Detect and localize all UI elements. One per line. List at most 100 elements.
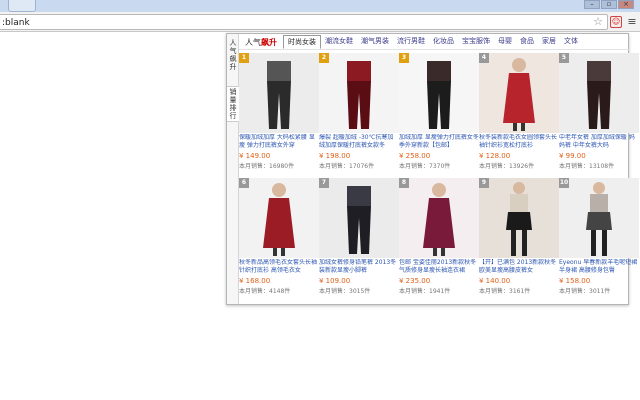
tab-category-2[interactable]: 潮气男装	[357, 35, 393, 49]
product-sales: 本月销售：3161件	[479, 288, 531, 295]
tab-category-3[interactable]: 流行男鞋	[393, 35, 429, 49]
product-image[interactable]: 5	[559, 53, 639, 133]
product-card[interactable]: 7 加绒女裤修身铅笔裤 2013冬装新款显瘦小脚裤 ¥ 109.00 本月销售：…	[319, 178, 399, 302]
popup-logo: 人气飙升	[245, 37, 277, 48]
product-sales: 本月销售：13108件	[559, 163, 615, 170]
product-title-link[interactable]: 中老年女裤 加厚加绒保暖 妈妈裤 中年女裤大码	[559, 134, 639, 151]
maximize-button[interactable]: ▫	[601, 0, 617, 9]
product-sales: 本月销售：17076件	[319, 163, 375, 170]
extension-icon[interactable]: ☺	[610, 16, 622, 28]
product-price: ¥ 99.00	[559, 152, 586, 160]
category-tabs: 时尚女装 潮流女鞋 潮气男装 流行男鞋 化妆品 宝宝服饰 母婴 食品 家居 文体	[283, 35, 582, 49]
product-image-svg	[399, 53, 479, 133]
rank-badge: 9	[479, 178, 489, 188]
extension-popup: 人气飙升 销量排行 人气飙升 时尚女装 潮流女鞋 潮气男装 流行男鞋 化妆品 宝宝服饰 母婴…	[226, 33, 639, 305]
tab-category-1[interactable]: 潮流女鞋	[321, 35, 357, 49]
product-image[interactable]: 6	[239, 178, 319, 258]
product-image[interactable]: 3	[399, 53, 479, 133]
tab-category-9[interactable]: 文体	[560, 35, 582, 49]
product-sales: 本月销售：4148件	[239, 288, 291, 295]
product-sales: 本月销售：7370件	[399, 163, 451, 170]
popup-header: 人气飙升 时尚女装 潮流女鞋 潮气男装 流行男鞋 化妆品 宝宝服饰 母婴 食品 家居 文体	[239, 34, 629, 50]
product-title-link[interactable]: 【开】已满包 2013新款秋冬 欧美显瘦高腰皮裤女	[479, 259, 559, 276]
product-image-svg	[559, 178, 639, 258]
tab-strip: – ▫ ×	[0, 0, 640, 12]
product-price: ¥ 235.00	[399, 277, 431, 285]
product-sales: 本月销售：16980件	[239, 163, 295, 170]
product-card[interactable]: 1 保暖加绒加厚 大码松紧腰 显瘦 弹力打底裤女外穿 ¥ 149.00 本月销售…	[239, 53, 319, 177]
product-price: ¥ 168.00	[239, 277, 271, 285]
tab-category-6[interactable]: 母婴	[494, 35, 516, 49]
product-image-svg	[319, 53, 399, 133]
product-image-svg	[399, 178, 479, 258]
tab-category-4[interactable]: 化妆品	[429, 35, 458, 49]
product-image[interactable]: 8	[399, 178, 479, 258]
product-title-link[interactable]: 秋冬装新款毛衣女圆领套头长袖针织衫宽松打底衫	[479, 134, 559, 151]
rank-badge: 4	[479, 53, 489, 63]
sidebar-item-sales-rank[interactable]: 销量排行	[227, 86, 239, 122]
rank-badge: 10	[559, 178, 569, 188]
sidebar-item-popular[interactable]: 人气飙升	[227, 38, 239, 72]
tab-category-7[interactable]: 食品	[516, 35, 538, 49]
logo-suffix: 飙升	[261, 38, 277, 47]
omnibox[interactable]: ☆	[0, 14, 608, 30]
product-price: ¥ 128.00	[479, 152, 511, 160]
tab-category-5[interactable]: 宝宝服饰	[458, 35, 494, 49]
star-icon[interactable]: ☆	[593, 15, 603, 29]
rank-badge: 2	[319, 53, 329, 63]
product-title-link[interactable]: Eyeonu 早春新款羊毛呢短裙半身裙 高腰修身包臀	[559, 259, 639, 276]
product-card[interactable]: 9 【开】已满包 2013新款秋冬 欧美显瘦高腰皮裤女 ¥ 140.00 本月销…	[479, 178, 559, 302]
rank-badge: 6	[239, 178, 249, 188]
product-price: ¥ 109.00	[319, 277, 351, 285]
tab-category-8[interactable]: 家居	[538, 35, 560, 49]
product-image-svg	[239, 53, 319, 133]
product-image[interactable]: 9	[479, 178, 559, 258]
product-sales: 本月销售：3015件	[319, 288, 371, 295]
popup-sidebar: 人气飙升 销量排行	[227, 34, 239, 304]
product-price: ¥ 198.00	[319, 152, 351, 160]
product-card[interactable]: 2 爆裂 超暖加绒 -30℃抗寒加绒加厚保暖打底裤女款冬 ¥ 198.00 本月…	[319, 53, 399, 177]
product-price: ¥ 149.00	[239, 152, 271, 160]
product-image[interactable]: 4	[479, 53, 559, 133]
rank-badge: 3	[399, 53, 409, 63]
product-image[interactable]: 7	[319, 178, 399, 258]
product-image-svg	[239, 178, 319, 258]
minimize-button[interactable]: –	[584, 0, 600, 9]
product-price: ¥ 140.00	[479, 277, 511, 285]
product-card[interactable]: 10 Eyeonu 早春新款羊毛呢短裙半身裙 高腰修身包臀 ¥ 158.00 本…	[559, 178, 639, 302]
product-title-link[interactable]: 秋冬新品高领毛衣女套头长袖针织打底衫 高领毛衣女	[239, 259, 319, 276]
close-button[interactable]: ×	[618, 0, 634, 9]
rank-badge: 1	[239, 53, 249, 63]
product-title-link[interactable]: 包邮 宝姿佳丽2013新款秋冬气质修身显瘦长袖连衣裙	[399, 259, 479, 276]
product-title-link[interactable]: 加绒女裤修身铅笔裤 2013冬装新款显瘦小脚裤	[319, 259, 399, 276]
product-card[interactable]: 3 加绒加厚 显瘦弹力打底裤女冬季外穿新款【包邮】 ¥ 258.00 本月销售：…	[399, 53, 479, 177]
address-input[interactable]	[2, 16, 562, 29]
product-image-svg	[559, 53, 639, 133]
browser-tab[interactable]	[8, 0, 36, 12]
product-card[interactable]: 4 秋冬装新款毛衣女圆领套头长袖针织衫宽松打底衫 ¥ 128.00 本月销售：1…	[479, 53, 559, 177]
product-sales: 本月销售：13926件	[479, 163, 535, 170]
product-sales: 本月销售：3011件	[559, 288, 611, 295]
rank-badge: 7	[319, 178, 329, 188]
tab-category-0[interactable]: 时尚女装	[283, 35, 321, 49]
product-image-svg	[319, 178, 399, 258]
product-card[interactable]: 6 秋冬新品高领毛衣女套头长袖针织打底衫 高领毛衣女 ¥ 168.00 本月销售…	[239, 178, 319, 302]
product-image[interactable]: 1	[239, 53, 319, 133]
product-card[interactable]: 5 中老年女裤 加厚加绒保暖 妈妈裤 中年女裤大码 ¥ 99.00 本月销售：1…	[559, 53, 639, 177]
product-price: ¥ 158.00	[559, 277, 591, 285]
menu-icon[interactable]: ≡	[626, 15, 638, 29]
product-price: ¥ 258.00	[399, 152, 431, 160]
product-image[interactable]: 2	[319, 53, 399, 133]
rank-badge: 8	[399, 178, 409, 188]
product-sales: 本月销售：1941件	[399, 288, 451, 295]
browser-toolbar: ☆ ☺ ≡	[0, 12, 640, 32]
product-image-svg	[479, 178, 559, 258]
rank-badge: 5	[559, 53, 569, 63]
product-image[interactable]: 10	[559, 178, 639, 258]
product-card[interactable]: 8 包邮 宝姿佳丽2013新款秋冬气质修身显瘦长袖连衣裙 ¥ 235.00 本月…	[399, 178, 479, 302]
logo-prefix: 人气	[245, 38, 261, 47]
product-title-link[interactable]: 爆裂 超暖加绒 -30℃抗寒加绒加厚保暖打底裤女款冬	[319, 134, 399, 151]
product-title-link[interactable]: 加绒加厚 显瘦弹力打底裤女冬季外穿新款【包邮】	[399, 134, 479, 151]
product-title-link[interactable]: 保暖加绒加厚 大码松紧腰 显瘦 弹力打底裤女外穿	[239, 134, 319, 151]
product-image-svg	[479, 53, 559, 133]
